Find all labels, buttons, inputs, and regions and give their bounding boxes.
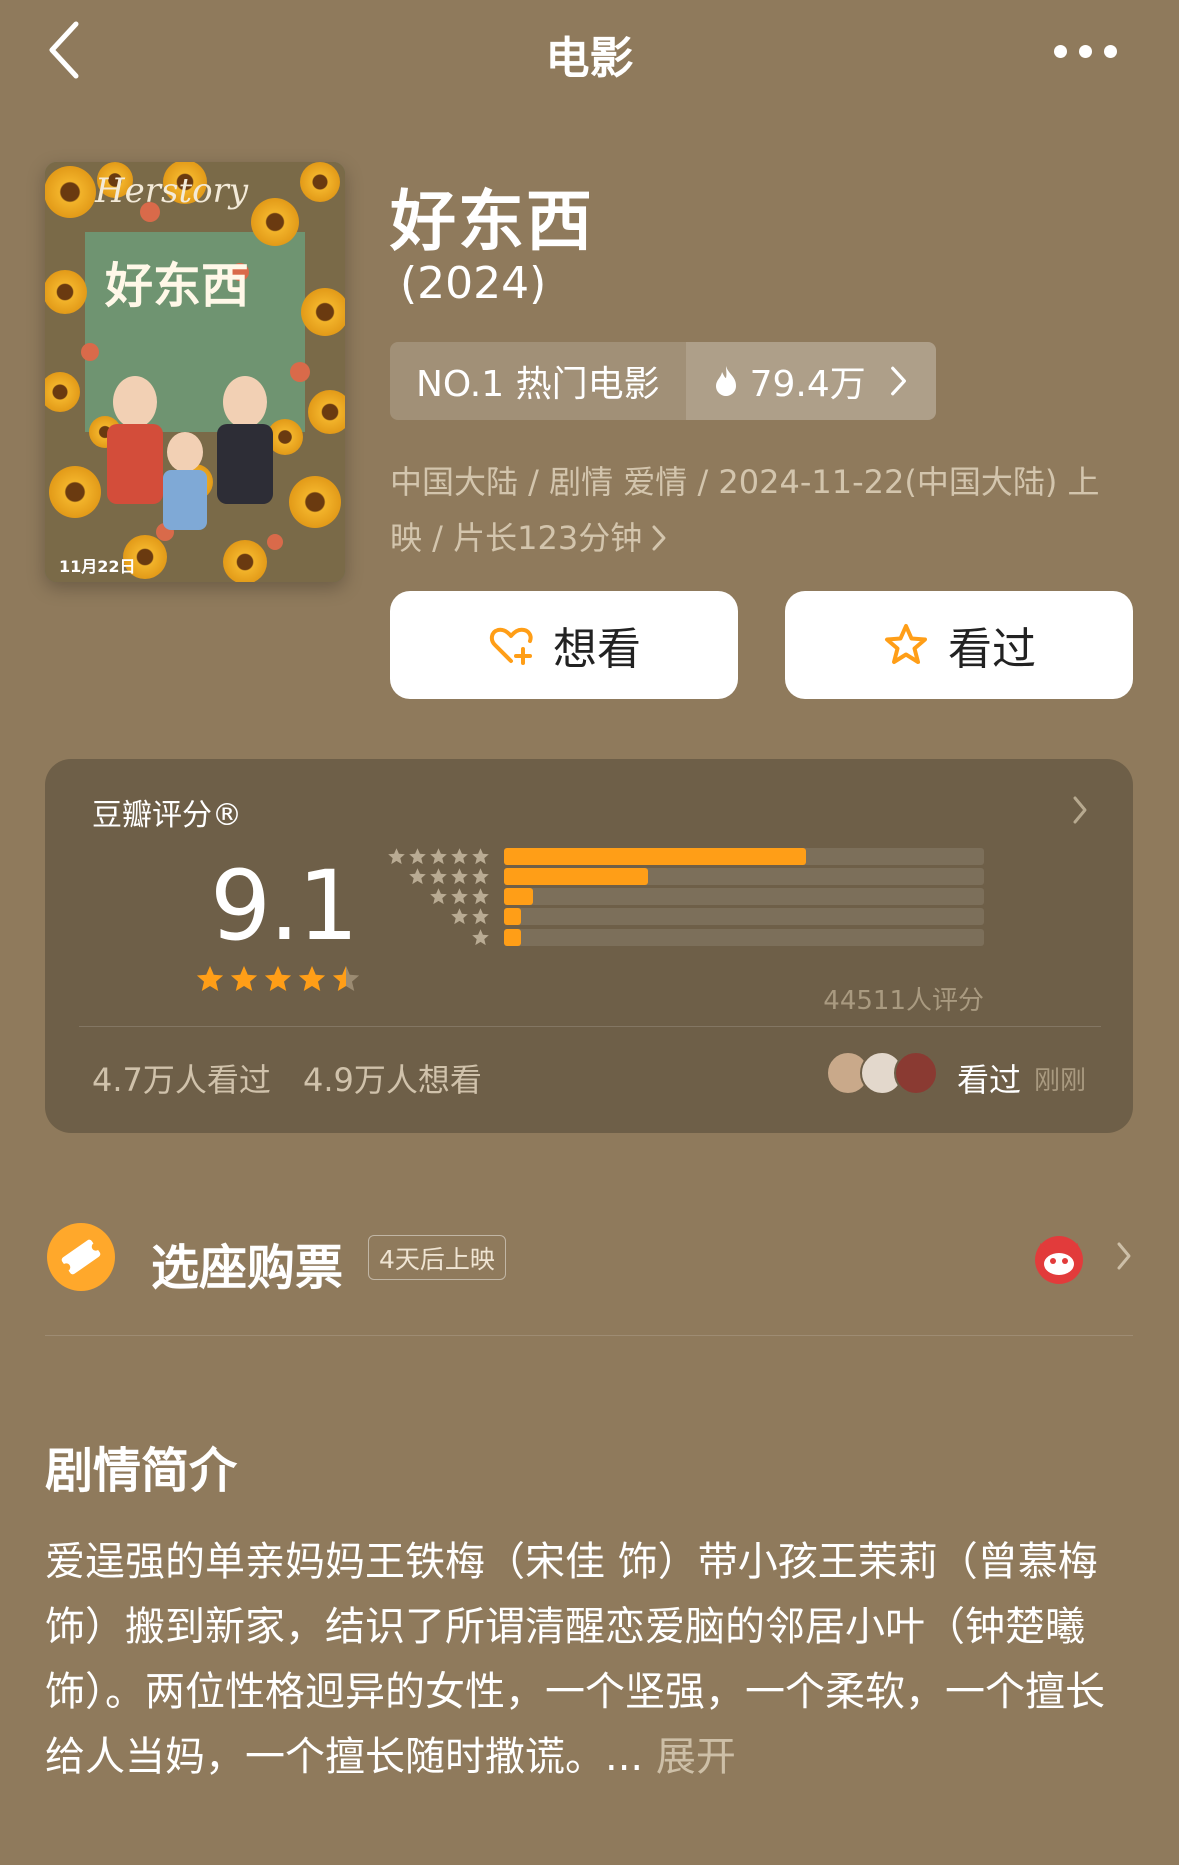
rating-bar-track — [504, 888, 984, 906]
divider — [45, 1335, 1133, 1336]
want-to-watch-button[interactable]: 想看 — [390, 591, 738, 699]
row-stars — [380, 847, 490, 866]
star-icon — [451, 847, 468, 864]
have-seen-button[interactable]: 看过 — [785, 591, 1133, 699]
star-icon — [472, 888, 489, 905]
star-icon — [472, 867, 489, 884]
heat-button[interactable]: 79.4万 — [685, 342, 936, 420]
want-count: 4.9万人想看 — [303, 1061, 482, 1099]
rank-pill[interactable]: NO.1 热门电影 79.4万 — [390, 342, 936, 420]
poster-title-en: Herstory — [94, 171, 249, 211]
star-icon — [451, 888, 468, 905]
rating-stars — [195, 964, 361, 994]
rating-bar-fill — [504, 847, 807, 865]
chevron-right-icon[interactable] — [1070, 794, 1090, 826]
rating-bar-fill — [504, 908, 521, 926]
more-dot-icon — [1054, 44, 1067, 58]
row-stars — [380, 928, 490, 947]
poster-date: 11月22日 — [59, 557, 136, 576]
movie-meta-line1: 中国大陆 / 剧情 爱情 / 2024-11-22(中国大陆) 上 — [390, 463, 1100, 501]
rating-distribution-row — [380, 845, 984, 867]
star-icon — [430, 867, 447, 884]
seen-count: 4.7万人看过 — [92, 1061, 271, 1099]
poster-title-cn: 好东西 — [104, 258, 249, 314]
synopsis-heading: 剧情简介 — [45, 1443, 238, 1499]
more-dot-icon — [1079, 44, 1092, 58]
release-badge: 4天后上映 — [368, 1235, 506, 1280]
rating-bar-fill — [504, 928, 521, 946]
chevron-right-icon — [890, 366, 906, 396]
star-icon — [196, 965, 224, 991]
poster-image: Herstory 好东西 11月22日 — [45, 162, 345, 582]
page-title: 电影 — [545, 33, 634, 84]
heat-value: 79.4万 — [749, 364, 866, 405]
rating-distribution-row — [380, 906, 984, 928]
movie-meta-text: 映 / 片长123分钟 — [390, 519, 643, 557]
divider — [79, 1026, 1101, 1027]
rating-distribution-row — [380, 886, 984, 908]
rating-distribution-row — [380, 865, 984, 887]
avatar — [894, 1051, 938, 1095]
rating-bar-track — [504, 928, 984, 946]
star-icon — [430, 847, 447, 864]
rank-label: NO.1 热门电影 — [390, 342, 686, 420]
star-icon — [409, 867, 426, 884]
heart-plus-icon — [489, 627, 533, 665]
rating-count: 44511人评分 — [823, 986, 984, 1016]
movie-title: 好东西 — [390, 183, 594, 260]
movie-poster[interactable]: Herstory 好东西 11月22日 — [45, 162, 345, 582]
star-icon — [230, 965, 258, 991]
friend-avatars[interactable] — [826, 1051, 938, 1095]
row-stars — [380, 887, 490, 906]
want-label: 想看 — [553, 624, 641, 675]
more-dot-icon — [1104, 44, 1117, 58]
star-icon — [451, 867, 468, 884]
rating-label: 豆瓣评分® — [92, 798, 242, 833]
synopsis-body: 爱逞强的单亲妈妈王铁梅（宋佳 饰）带小孩王茉莉（曾慕梅 饰）搬到新家，结识了所谓… — [45, 1539, 1105, 1780]
rating-bar-track — [504, 867, 984, 885]
rating-bar-track — [504, 908, 984, 926]
rating-bar-fill — [504, 867, 648, 885]
star-icon — [298, 965, 326, 991]
star-icon — [430, 888, 447, 905]
ticket-title[interactable]: 选座购票 — [151, 1228, 343, 1298]
movie-year: (2024) — [400, 258, 547, 309]
star-icon — [409, 847, 426, 864]
star-icon — [451, 908, 468, 925]
row-stars — [380, 867, 490, 886]
star-outline-icon — [885, 624, 927, 664]
expand-link[interactable]: 展开 — [643, 1734, 736, 1780]
friend-time: 刚刚 — [1034, 1066, 1087, 1096]
rating-score: 9.1 — [210, 850, 359, 962]
star-icon — [264, 965, 292, 991]
synopsis-text: 爱逞强的单亲妈妈王铁梅（宋佳 饰）带小孩王茉莉（曾慕梅 饰）搬到新家，结识了所谓… — [45, 1530, 1133, 1790]
rating-distribution-row — [380, 926, 984, 948]
row-stars — [380, 907, 490, 926]
ticket-icon — [47, 1223, 115, 1291]
maoyan-cat-icon[interactable] — [1032, 1231, 1086, 1285]
flame-icon — [715, 366, 736, 396]
movie-meta-line2[interactable]: 映 / 片长123分钟 — [390, 510, 1110, 566]
star-icon — [388, 847, 405, 864]
seen-label: 看过 — [948, 624, 1036, 675]
more-button[interactable] — [1054, 36, 1128, 66]
friend-action: 看过 — [957, 1061, 1022, 1099]
star-icon — [472, 847, 489, 864]
star-icon — [332, 965, 360, 991]
star-icon — [472, 908, 489, 925]
rating-bar-fill — [504, 888, 533, 906]
rating-bar-track — [504, 847, 984, 865]
chevron-right-icon — [652, 525, 666, 551]
chevron-right-icon[interactable] — [1115, 1240, 1133, 1272]
star-icon — [472, 928, 489, 945]
